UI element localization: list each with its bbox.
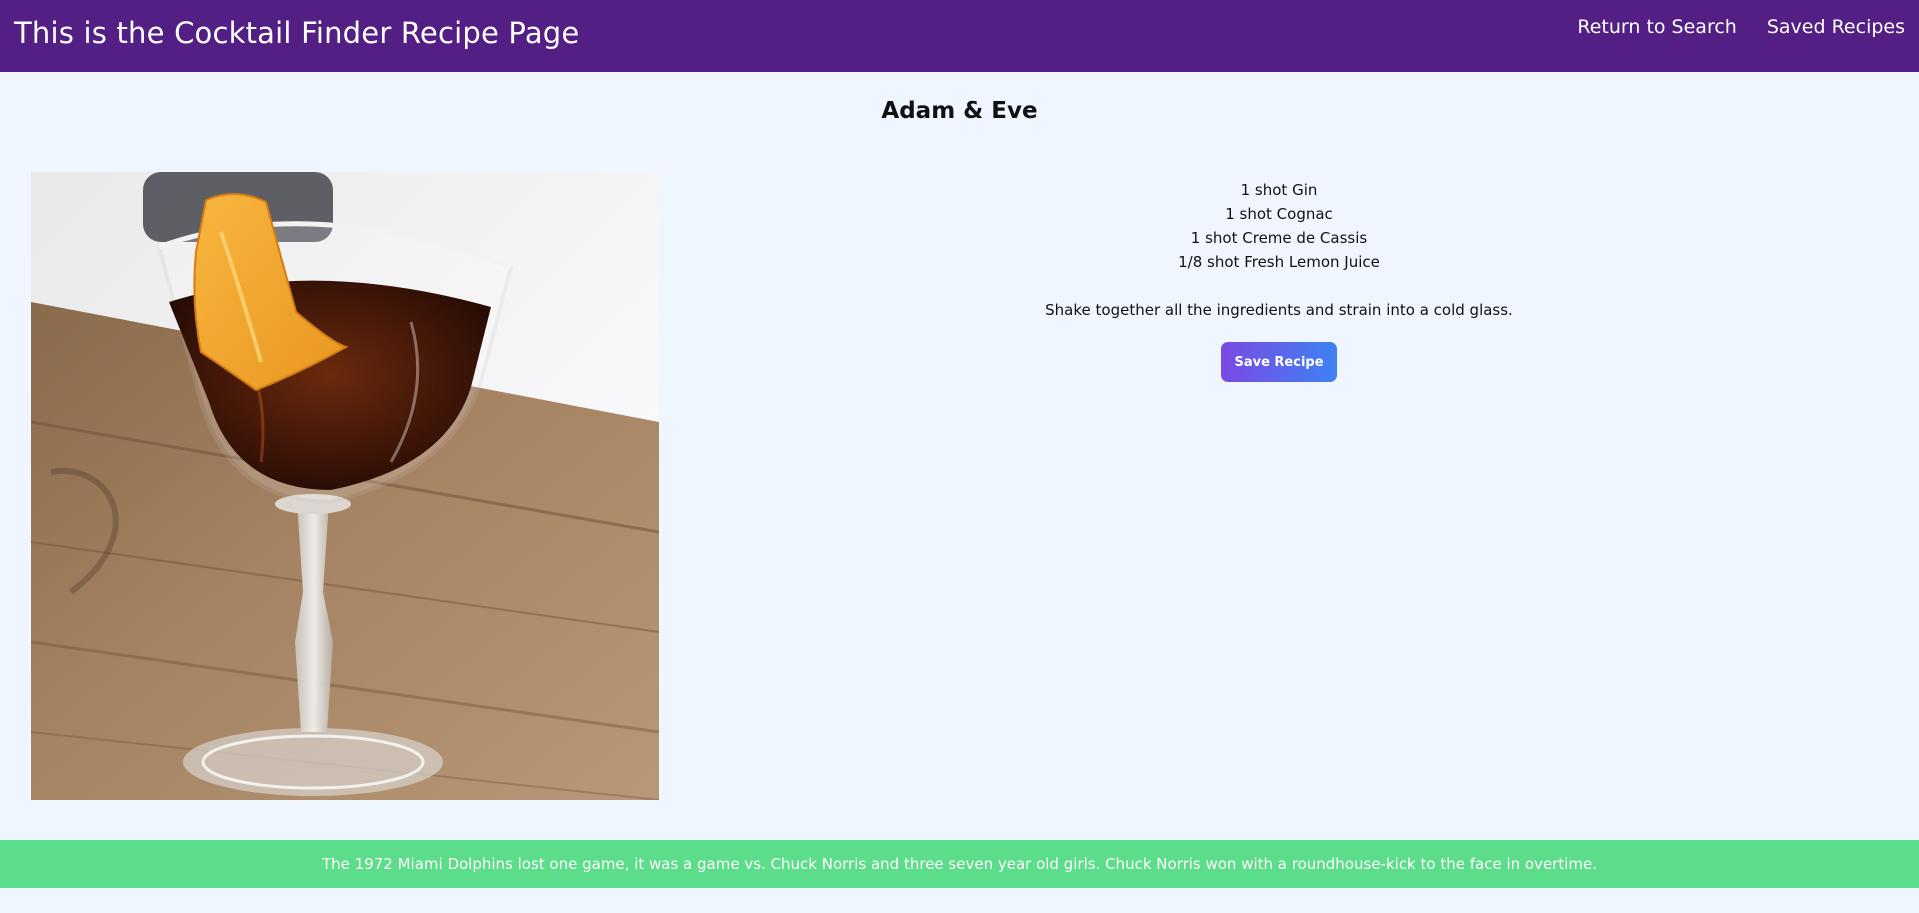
recipe-instructions: Shake together all the ingredients and s…	[1045, 301, 1513, 319]
ingredient-item: 1/8 shot Fresh Lemon Juice	[1178, 253, 1380, 271]
ingredient-item: 1 shot Gin	[1240, 181, 1318, 199]
saved-recipes-link[interactable]: Saved Recipes	[1767, 16, 1905, 38]
return-to-search-link[interactable]: Return to Search	[1577, 16, 1736, 38]
recipe-title: Adam & Eve	[881, 98, 1038, 124]
cocktail-photo	[31, 172, 659, 800]
app-title: This is the Cocktail Finder Recipe Page	[14, 16, 580, 50]
fact-footer: The 1972 Miami Dolphins lost one game, i…	[0, 840, 1919, 888]
top-navbar: This is the Cocktail Finder Recipe Page …	[0, 0, 1919, 72]
recipe-details: 1 shot Gin 1 shot Cognac 1 shot Creme de…	[820, 178, 1738, 382]
ingredient-list: 1 shot Gin 1 shot Cognac 1 shot Creme de…	[820, 178, 1738, 274]
save-recipe-button[interactable]: Save Recipe	[1221, 342, 1337, 382]
ingredient-item: 1 shot Creme de Cassis	[1190, 229, 1368, 247]
nav-links: Return to Search Saved Recipes	[1577, 16, 1919, 38]
ingredient-item: 1 shot Cognac	[1225, 205, 1333, 223]
